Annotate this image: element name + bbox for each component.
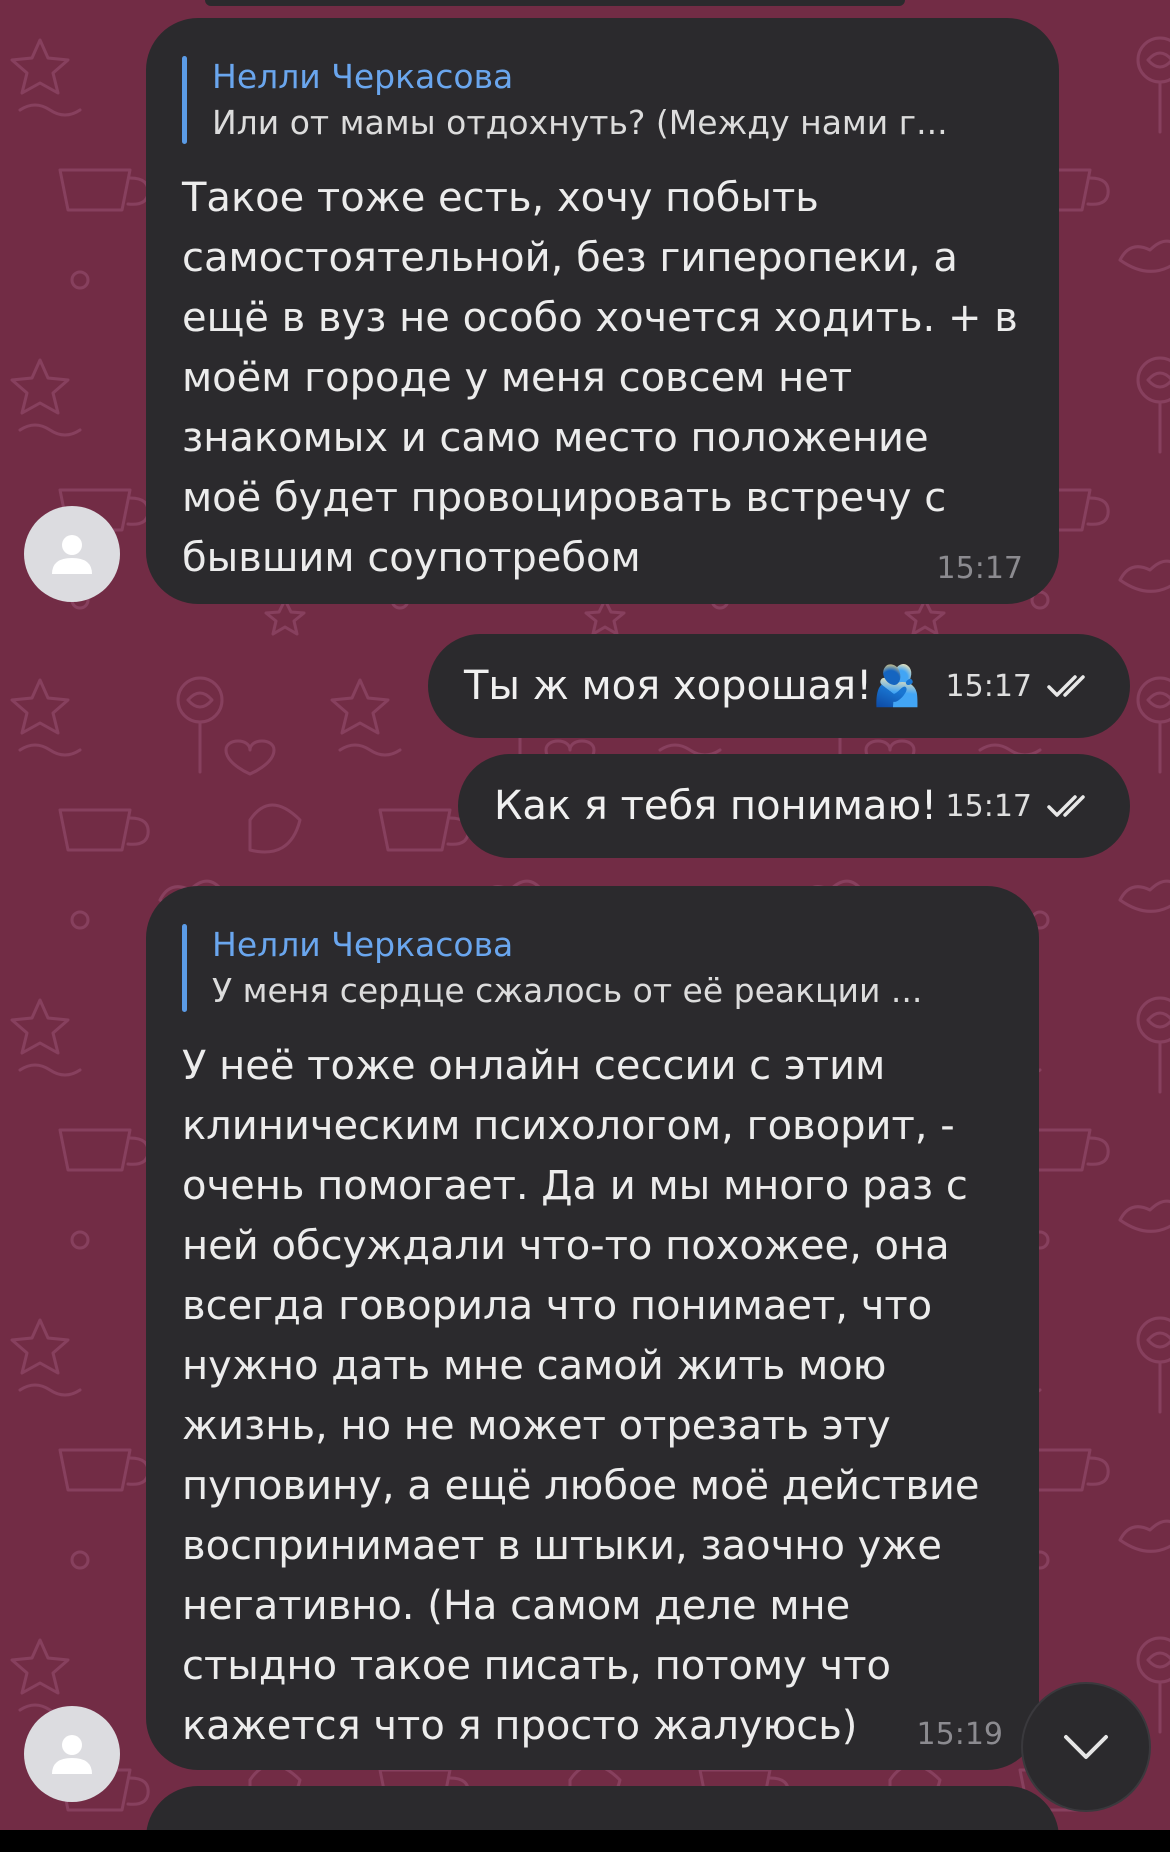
- outgoing-message[interactable]: Как я тебя понимаю! 15:17: [458, 754, 1130, 858]
- reply-quote[interactable]: Нелли Черкасова У меня сердце сжалось от…: [182, 922, 999, 1014]
- message-text: У неё тоже онлайн сессии с этим клиничес…: [182, 1043, 980, 1749]
- message-time: 15:17: [936, 551, 1023, 586]
- reply-preview: У меня сердце сжалось от её реакции ...: [212, 971, 923, 1010]
- reply-author: Нелли Черкасова: [212, 57, 514, 96]
- chevron-down-icon: [1064, 1735, 1108, 1759]
- scroll-to-bottom-button[interactable]: [1021, 1682, 1151, 1812]
- message-time: 15:17: [945, 668, 1032, 704]
- double-check-icon: [1047, 675, 1085, 697]
- reply-preview: Или от мамы отдохнуть? (Между нами г...: [212, 103, 948, 142]
- message-text: Как я тебя понимаю!: [494, 783, 938, 829]
- message-time: 15:19: [916, 1717, 1003, 1752]
- reply-quote[interactable]: Нелли Черкасова Или от мамы отдохнуть? (…: [182, 54, 1019, 146]
- avatar-placeholder-icon: [52, 535, 92, 574]
- bottom-edge: [0, 1830, 1170, 1852]
- double-check-icon: [1047, 795, 1085, 817]
- outgoing-message[interactable]: Ты ж моя хорошая!🫂 15:17: [428, 634, 1130, 738]
- avatar-placeholder-icon: [52, 1735, 92, 1774]
- sender-avatar[interactable]: [24, 1706, 120, 1802]
- message-text: Такое тоже есть, хочу побыть самостоятел…: [182, 175, 1018, 581]
- message-text: Ты ж моя хорошая!🫂: [464, 663, 922, 709]
- incoming-message[interactable]: Нелли Черкасова У меня сердце сжалось от…: [146, 886, 1039, 1770]
- reply-author: Нелли Черкасова: [212, 925, 514, 964]
- previous-message-edge: [205, 0, 905, 6]
- message-time: 15:17: [945, 788, 1032, 824]
- incoming-message[interactable]: Нелли Черкасова Или от мамы отдохнуть? (…: [146, 18, 1059, 604]
- sender-avatar[interactable]: [24, 506, 120, 602]
